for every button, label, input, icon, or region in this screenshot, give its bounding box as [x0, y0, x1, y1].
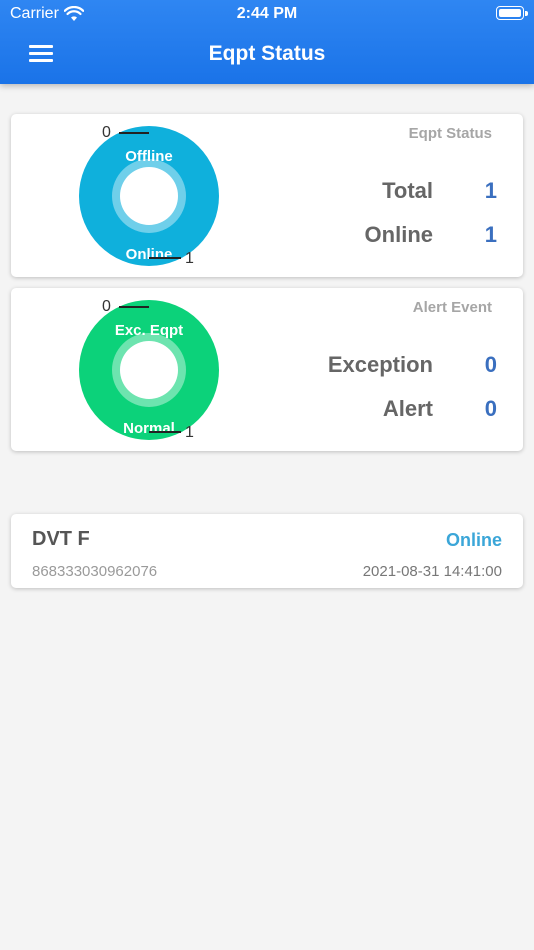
stat-label-alert: Alert	[382, 396, 433, 421]
eqpt-status-card[interactable]: Offline Online 0 1 Eqpt Status Total 1 O…	[11, 114, 523, 277]
card-title: Eqpt Status	[408, 125, 492, 142]
donut-value-normal: 1	[185, 424, 194, 441]
stat-label-total: Total	[382, 178, 433, 203]
donut-label-normal: Normal	[123, 420, 175, 437]
card-title: Alert Event	[412, 299, 492, 316]
alert-event-donut-chart: Exc. Eqpt Normal	[79, 300, 219, 440]
stat-label-exception: Exception	[327, 352, 433, 377]
donut-label-offline: Offline	[125, 148, 173, 165]
stat-value-alert: 0	[484, 396, 497, 421]
device-id: 868333030962076	[32, 563, 158, 580]
stat-value-online: 1	[484, 222, 497, 247]
alert-event-card[interactable]: Exc. Eqpt Normal 0 1 Alert Event Excepti…	[11, 288, 523, 451]
leader-line	[119, 306, 149, 308]
eqpt-status-donut-chart: Offline Online	[79, 126, 219, 266]
donut-hole	[120, 341, 178, 399]
donut-label-exc-eqpt: Exc. Eqpt	[114, 322, 184, 339]
donut-value-online: 1	[185, 250, 194, 267]
donut-value-offline: 0	[102, 124, 111, 141]
donut-hole	[120, 167, 178, 225]
leader-line	[149, 257, 181, 259]
stat-value-exception: 0	[484, 352, 497, 377]
device-name: DVT F	[32, 528, 90, 550]
stat-label-online: Online	[364, 222, 433, 247]
donut-label-online: Online	[125, 246, 173, 263]
page-title: Eqpt Status	[208, 42, 326, 65]
donut-value-exc-eqpt: 0	[102, 298, 111, 315]
device-timestamp: 2021-08-31 14:41:00	[362, 563, 502, 580]
battery-icon	[496, 6, 528, 20]
device-list-item[interactable]: DVT F Online 868333030962076 2021-08-31 …	[11, 514, 523, 588]
top-bar: Carrier 2:44 PM Eqpt Status	[0, 0, 534, 84]
status-time: 2:44 PM	[236, 5, 298, 22]
stat-value-total: 1	[484, 178, 497, 203]
leader-line	[119, 132, 149, 134]
leader-line	[149, 431, 181, 433]
device-status-badge: Online	[445, 530, 502, 550]
